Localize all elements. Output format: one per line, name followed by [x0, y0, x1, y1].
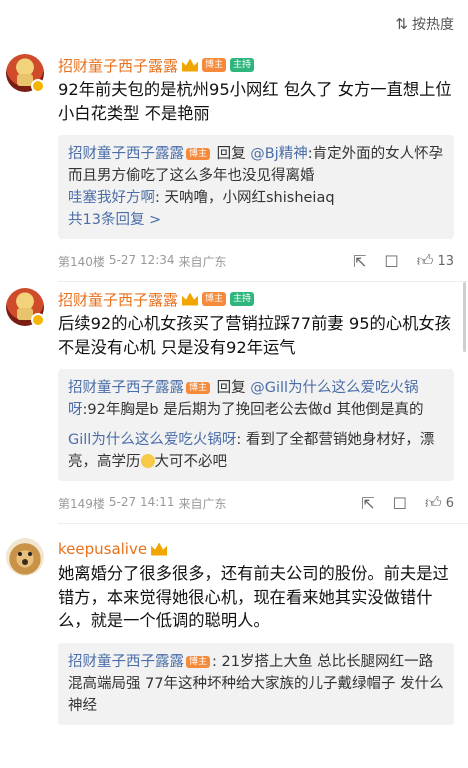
like-count: 13: [437, 253, 454, 269]
sort-label: 按热度: [412, 17, 454, 33]
comment-text: 她离婚分了很多很多，还有前夫公司的股份。前夫是过错方，本来觉得她很心机，现在看来…: [58, 564, 449, 630]
reply-box[interactable]: 招财童子西子露露 博主: 21岁搭上大鱼 总比长腿网红一路混高端局强 77年这种坏…: [58, 642, 454, 725]
reply-item[interactable]: 招财童子西子露露 博主 回复 @Bj精神:肯定外面的女人怀孕 而且男方偷吃了这么多…: [68, 143, 444, 187]
crown-icon: [182, 292, 199, 306]
crown-icon: [151, 542, 168, 556]
comment: 招财童子西子露露 博主 主持 92年前夫包的是杭州95小网红 包久了 女方一直想…: [0, 48, 468, 281]
reply-item[interactable]: 招财童子西子露露 博主 回复 @Gill为什么这么爱吃火锅呀:92年胸是b 是后期…: [68, 377, 444, 421]
more-replies-link[interactable]: 共13条回复 >: [68, 209, 444, 231]
comment-location: 来自广东: [178, 496, 227, 511]
blogger-badge: 博主: [186, 382, 211, 394]
verified-badge-icon: [31, 313, 45, 327]
reply-author[interactable]: 哇塞我好方啊: [68, 190, 155, 206]
comment: 招财童子西子露露 博主 主持 后续92的心机女孩买了营销拉踩77前妻 95的心机…: [0, 282, 468, 523]
share-icon[interactable]: ⇱: [361, 494, 374, 513]
reply-box[interactable]: 招财童子西子露露 博主 回复 @Bj精神:肯定外面的女人怀孕 而且男方偷吃了这么多…: [58, 135, 454, 239]
comment-meta: 第140楼 5-27 12:34 来自广东 ⇱ ☐ 👍︎ 13: [58, 241, 454, 281]
reply-content-tail: 大可不必吧: [154, 454, 228, 470]
comment-text: 92年前夫包的是杭州95小网红 包久了 女方一直想上位 小白花类型 不是艳丽: [58, 80, 452, 123]
scrollbar[interactable]: [463, 282, 466, 352]
comment-date: 5-27 12:34: [108, 252, 175, 267]
reply-item[interactable]: 哇塞我好方啊: 天呐噜，小网红shisheiaq: [68, 187, 444, 209]
like-button[interactable]: 👍︎ 6: [425, 493, 454, 513]
sort-lines-icon: ⇅: [395, 15, 408, 33]
reply-prefix: 回复: [212, 146, 251, 162]
username[interactable]: 招财童子西子露露: [58, 55, 178, 76]
thumbs-up-icon: 👍︎: [424, 493, 442, 512]
reply-content: : 天呐噜，小网红shisheiaq: [155, 190, 335, 206]
reply-author[interactable]: Gill为什么这么爱吃火锅呀: [68, 432, 236, 448]
reply-item[interactable]: Gill为什么这么爱吃火锅呀: 看到了全都营销她身材好，漂亮，高学历 大可不必吧: [68, 429, 444, 473]
sort-bar[interactable]: ⇅ 按热度: [0, 0, 468, 48]
host-badge: 主持: [230, 58, 255, 72]
thumbs-up-icon: 👍︎: [416, 251, 434, 270]
reply-author[interactable]: 招财童子西子露露: [68, 380, 184, 396]
host-badge: 主持: [230, 292, 255, 306]
avatar[interactable]: [6, 538, 44, 576]
comment-icon[interactable]: ☐: [393, 494, 407, 513]
share-icon[interactable]: ⇱: [353, 252, 366, 271]
comment: keepusalive 她离婚分了很多很多，还有前夫公司的股份。前夫是过错方，本…: [0, 524, 468, 725]
crown-icon: [182, 58, 199, 72]
blogger-badge: 博主: [202, 292, 227, 306]
comment-text: 后续92的心机女孩买了营销拉踩77前妻 95的心机女孩不是没有心机 只是没有92…: [58, 314, 451, 357]
emoji-icon: [140, 454, 155, 468]
reply-author[interactable]: 招财童子西子露露: [68, 654, 184, 670]
username[interactable]: 招财童子西子露露: [58, 289, 178, 310]
verified-badge-icon: [31, 79, 45, 93]
like-button[interactable]: 👍︎ 13: [417, 251, 454, 271]
reply-item[interactable]: 招财童子西子露露 博主: 21岁搭上大鱼 总比长腿网红一路混高端局强 77年这种坏…: [68, 651, 444, 717]
comment-icon[interactable]: ☐: [384, 252, 398, 271]
comment-meta: 第149楼 5-27 14:11 来自广东 ⇱ ☐ 👍︎ 6: [58, 483, 454, 523]
blogger-badge: 博主: [202, 58, 227, 72]
reply-prefix: 回复: [212, 380, 251, 396]
blogger-badge: 博主: [186, 148, 211, 160]
blogger-badge: 博主: [186, 655, 211, 668]
reply-mention[interactable]: @Bj精神: [250, 146, 307, 162]
comment-date: 5-27 14:11: [108, 494, 175, 509]
reply-author[interactable]: 招财童子西子露露: [68, 146, 184, 162]
like-count: 6: [445, 495, 454, 511]
reply-content: :92年胸是b 是后期为了挽回老公去做d 其他倒是真的: [82, 402, 424, 418]
comment-location: 来自广东: [178, 254, 227, 269]
floor-number: 第149楼: [58, 496, 105, 511]
reply-box[interactable]: 招财童子西子露露 博主 回复 @Gill为什么这么爱吃火锅呀:92年胸是b 是后期…: [58, 369, 454, 481]
floor-number: 第140楼: [58, 254, 105, 269]
username[interactable]: keepusalive: [58, 540, 147, 558]
